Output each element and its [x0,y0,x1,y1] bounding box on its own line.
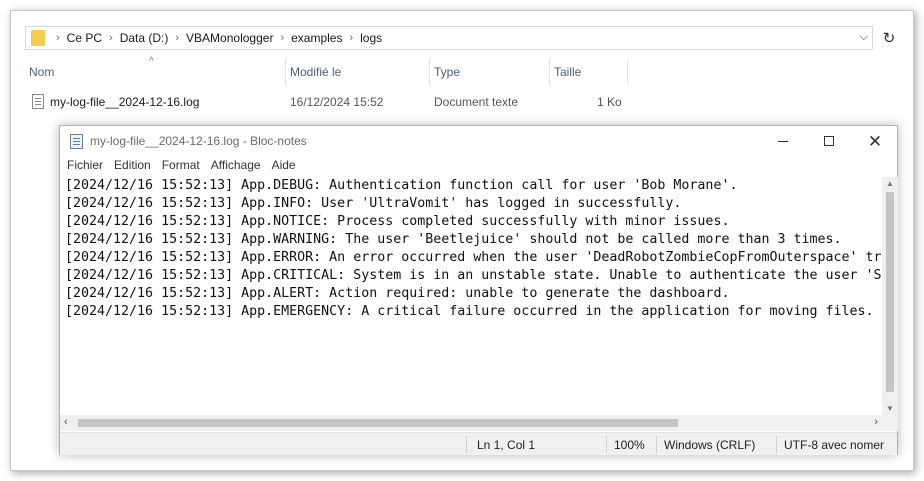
status-encoding: UTF-8 avec nomer [784,438,885,452]
column-divider[interactable] [285,59,286,85]
menu-edition[interactable]: Edition [114,158,151,176]
address-bar[interactable]: › Ce PC › Data (D:) › VBAMonologger › ex… [25,26,873,50]
refresh-icon[interactable]: ↻ [877,26,901,50]
scrollbar-corner [882,415,898,431]
address-row: › Ce PC › Data (D:) › VBAMonologger › ex… [25,26,903,50]
vertical-scrollbar[interactable]: ▲ ▼ [882,177,898,415]
status-divider [606,436,607,453]
horizontal-scrollbar[interactable]: ‹ › [60,415,882,431]
menu-format[interactable]: Format [162,158,200,176]
column-divider[interactable] [627,59,628,85]
column-divider[interactable] [429,59,430,85]
maximize-button[interactable] [806,126,852,156]
scroll-right-icon[interactable]: › [874,416,878,428]
status-cursor-position: Ln 1, Col 1 [477,438,536,452]
column-header-modified[interactable]: Modifié le [290,65,341,79]
status-zoom: 100% [614,438,645,452]
column-header-name[interactable]: Nom [29,65,54,79]
notepad-title-bar[interactable]: my-log-file__2024-12-16.log - Bloc-notes… [60,126,897,156]
log-line: [2024/12/16 15:52:13] App.ALERT: Action … [65,286,730,301]
minimize-button[interactable] [760,126,806,156]
text-file-icon [32,94,44,109]
file-type: Document texte [434,95,519,109]
folder-icon [31,30,45,46]
status-divider [656,436,657,453]
chevron-right-icon[interactable]: › [280,32,284,44]
column-header-type[interactable]: Type [434,65,460,79]
status-divider [776,436,777,453]
maximize-icon [824,136,834,146]
scroll-up-icon[interactable]: ▲ [886,179,894,188]
status-line-ending: Windows (CRLF) [664,438,756,452]
menu-affichage[interactable]: Affichage [211,158,261,176]
chevron-right-icon[interactable]: › [109,32,113,44]
vertical-scroll-thumb[interactable] [886,192,894,392]
breadcrumb-this-pc[interactable]: Ce PC [67,31,102,45]
chevron-down-icon[interactable]: ⌵ [860,31,868,44]
log-line: [2024/12/16 15:52:13] App.EMERGENCY: A c… [65,304,874,319]
log-line: [2024/12/16 15:52:13] App.NOTICE: Proces… [65,214,730,229]
chevron-right-icon[interactable]: › [56,32,60,44]
column-header-size[interactable]: Taille [554,65,581,79]
menu-bar: Fichier Edition Format Affichage Aide [67,158,307,176]
column-headers: Nom ^ Modifié le Type Taille [11,56,711,85]
window-title: my-log-file__2024-12-16.log - Bloc-notes [90,134,307,148]
notepad-icon [70,134,83,149]
menu-fichier[interactable]: Fichier [67,158,103,176]
column-divider[interactable] [549,59,550,85]
close-button[interactable]: ✕ [852,126,898,156]
menu-aide[interactable]: Aide [272,158,296,176]
file-modified: 16/12/2024 15:52 [290,95,384,109]
breadcrumb-vbamonologger[interactable]: VBAMonologger [186,31,273,45]
sort-ascending-icon: ^ [149,56,154,67]
notepad-window: my-log-file__2024-12-16.log - Bloc-notes… [59,125,898,455]
list-item[interactable]: my-log-file__2024-12-16.log 16/12/2024 1… [11,91,711,113]
log-line: [2024/12/16 15:52:13] App.DEBUG: Authent… [65,178,738,193]
scroll-left-icon[interactable]: ‹ [64,416,68,428]
log-line: [2024/12/16 15:52:13] App.WARNING: The u… [65,232,842,247]
text-editor[interactable]: [2024/12/16 15:52:13] App.DEBUG: Authent… [64,177,882,415]
breadcrumb-examples[interactable]: examples [291,31,342,45]
close-icon: ✕ [867,131,883,151]
chevron-right-icon[interactable]: › [175,32,179,44]
chevron-right-icon[interactable]: › [349,32,353,44]
log-line: [2024/12/16 15:52:13] App.ERROR: An erro… [65,250,882,265]
file-name: my-log-file__2024-12-16.log [50,95,200,109]
breadcrumb-logs[interactable]: logs [360,31,382,45]
minimize-icon [778,140,788,142]
scroll-down-icon[interactable]: ▼ [886,404,894,413]
log-line: [2024/12/16 15:52:13] App.CRITICAL: Syst… [65,268,882,283]
horizontal-scroll-thumb[interactable] [78,419,678,427]
status-divider [466,436,467,453]
status-bar: Ln 1, Col 1 100% Windows (CRLF) UTF-8 av… [60,432,897,455]
file-size: 1 Ko [597,95,622,109]
log-line: [2024/12/16 15:52:13] App.INFO: User 'Ul… [65,196,682,211]
breadcrumb-drive[interactable]: Data (D:) [120,31,169,45]
